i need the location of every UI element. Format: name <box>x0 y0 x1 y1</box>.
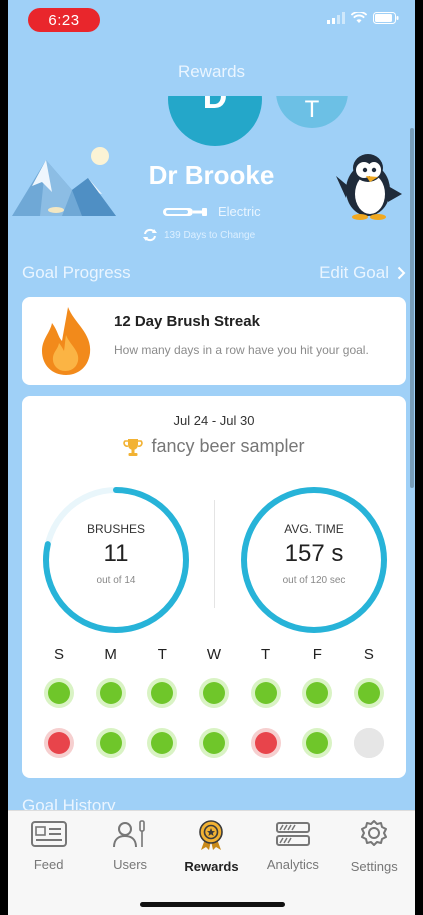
wifi-icon <box>351 12 367 23</box>
analytics-icon <box>275 822 310 846</box>
day-header: M <box>104 646 117 663</box>
tab-label: Rewards <box>184 859 239 874</box>
goal-progress-title: Goal Progress <box>22 263 131 282</box>
brushes-value: 11 <box>103 540 129 567</box>
day-header: F <box>312 646 322 663</box>
status-dot-green <box>95 678 126 708</box>
streak-description: How many days in a row have you hit your… <box>114 343 369 357</box>
morning-status-row <box>44 678 384 708</box>
tab-label: Users <box>113 857 148 872</box>
battery-icon <box>373 12 399 24</box>
status-dot-fill <box>202 732 225 754</box>
brushes-label: BRUSHES <box>86 522 145 536</box>
day-headers: S M T W T F S <box>44 646 384 663</box>
avg-time-value: 157 s <box>284 540 344 567</box>
users-icon <box>113 820 145 848</box>
status-dot-green <box>250 678 281 708</box>
status-dot-fill <box>353 728 384 758</box>
tab-settings[interactable]: Settings <box>336 819 412 874</box>
evening-status-row <box>44 728 384 758</box>
reward-name: fancy beer sampler <box>151 436 305 456</box>
day-header: T <box>261 646 271 663</box>
days-to-change: 139 Days to Change <box>164 229 256 241</box>
day-header: W <box>206 646 222 663</box>
status-dot-green <box>44 678 74 708</box>
status-dot-fill <box>254 682 277 704</box>
status-dot-fill <box>202 682 225 704</box>
chevron-right-icon <box>397 266 406 280</box>
rewards-icon <box>199 820 224 850</box>
status-dot-green <box>147 728 178 758</box>
tab-analytics[interactable]: Analytics <box>255 819 331 874</box>
tab-feed[interactable]: Feed <box>11 819 87 874</box>
tab-label: Analytics <box>266 857 319 872</box>
goal-progress-header: Goal Progress Edit Goal <box>22 263 406 283</box>
scrollbar[interactable] <box>410 128 414 488</box>
status-dot-fill <box>151 732 174 754</box>
status-dot-fill <box>357 682 380 704</box>
nav-title: Rewards <box>177 62 246 81</box>
status-dot-fill <box>306 682 329 704</box>
avg-time-sub: out of 120 sec <box>282 575 346 586</box>
status-dot-fill <box>151 682 174 704</box>
avatar-initial: T <box>304 96 320 123</box>
day-header: T <box>157 646 167 663</box>
status-dot-fill <box>254 732 277 754</box>
status-dot-green <box>147 678 178 708</box>
feed-icon <box>30 821 67 847</box>
brush-type-row: Electric <box>162 204 261 219</box>
settings-icon <box>361 820 388 846</box>
tab-bar: Feed Users Rewards Analytics Settings <box>8 810 415 915</box>
status-dot-green <box>302 678 333 708</box>
reward-row: fancy beer sampler <box>22 436 406 457</box>
day-header: S <box>53 646 64 663</box>
status-dot-green <box>302 728 333 758</box>
signal-icon <box>327 12 345 24</box>
status-dot-fill <box>306 732 329 754</box>
brushes-sub: out of 14 <box>96 575 136 586</box>
tab-label: Feed <box>33 857 64 872</box>
tab-rewards[interactable]: Rewards <box>173 819 249 874</box>
status-dot-green <box>198 728 229 758</box>
streak-card: 12 Day Brush Streak How many days in a r… <box>22 297 406 385</box>
avg-time-label: AVG. TIME <box>284 522 344 536</box>
status-dot-fill <box>48 732 70 754</box>
status-dot-fill <box>48 682 70 704</box>
edit-goal-label: Edit Goal <box>319 263 389 282</box>
status-dot-green <box>198 678 229 708</box>
refresh-icon <box>143 228 157 242</box>
rewards-screen: 6:23 D T Rewards Dr Brooke Electric 139 … <box>8 0 415 915</box>
trophy-icon <box>123 438 144 456</box>
brush-type: Electric <box>218 204 261 219</box>
status-dot-green <box>95 728 126 758</box>
home-indicator[interactable] <box>140 902 285 907</box>
profile-name: Dr Brooke <box>148 160 275 190</box>
tab-label: Settings <box>350 859 398 874</box>
status-dot-red <box>250 728 281 758</box>
tab-users[interactable]: Users <box>92 819 168 874</box>
status-dot-red <box>44 728 74 758</box>
weekly-goal-card: Jul 24 - Jul 30 fancy beer sampler BRUSH… <box>22 396 406 778</box>
edit-goal-button[interactable]: Edit Goal <box>319 263 406 283</box>
status-bar: 6:23 <box>8 0 415 40</box>
status-dot-gray <box>353 728 384 758</box>
status-dot-fill <box>99 732 122 754</box>
brush-change-row: 139 Days to Change <box>142 228 255 242</box>
status-dot-fill <box>99 682 122 704</box>
flame-icon <box>42 307 91 375</box>
week-range: Jul 24 - Jul 30 <box>173 413 255 428</box>
status-time: 6:23 <box>28 8 100 32</box>
day-header: S <box>363 646 374 663</box>
status-dot-green <box>353 678 384 708</box>
toothbrush-icon <box>163 207 207 216</box>
status-icons <box>327 12 399 24</box>
streak-title: 12 Day Brush Streak <box>114 313 260 330</box>
ring-divider <box>214 500 215 608</box>
